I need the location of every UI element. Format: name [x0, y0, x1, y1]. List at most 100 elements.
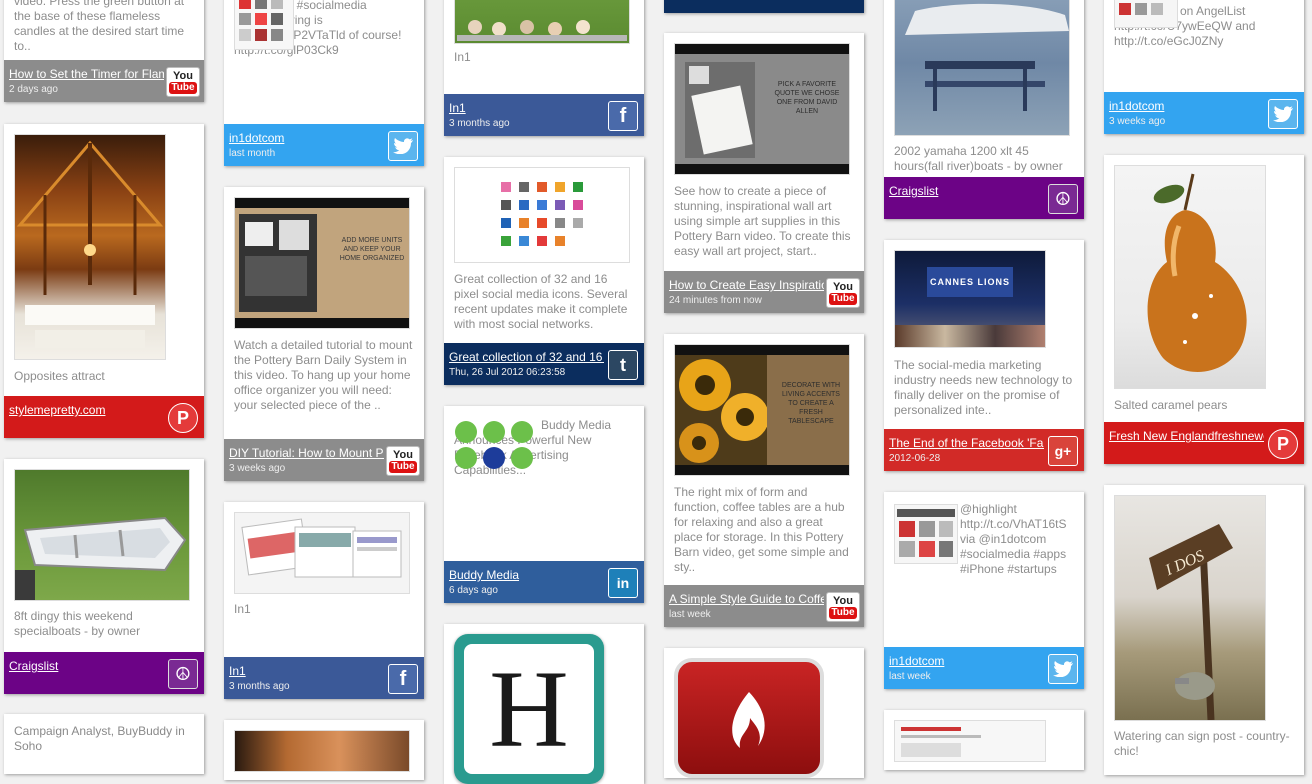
- video-caption: ADD MORE UNITS AND KEEP YOUR HOME ORGANI…: [339, 237, 405, 262]
- facebook-icon[interactable]: f: [608, 101, 638, 131]
- card-title-link[interactable]: How to Set the Timer for Flameless: [9, 67, 164, 81]
- cannes-lions-sign: CANNES LIONS: [927, 267, 1013, 297]
- dots-thumbnail[interactable]: [454, 420, 538, 470]
- card-text: Watering can sign post - country-chic!: [1114, 729, 1290, 758]
- feed-card: PICK A FAVORITE QUOTE WE CHOSE ONE FROM …: [664, 33, 864, 313]
- card-footer: Great collection of 32 and 16 pixel Thu,…: [444, 343, 644, 385]
- social-icons-grid-image[interactable]: [454, 167, 630, 263]
- card-title-link[interactable]: A Simple Style Guide to Coffee Tables: [669, 592, 824, 606]
- barn-wedding-image[interactable]: [14, 134, 166, 360]
- jetski-trailer-image[interactable]: [894, 0, 1070, 136]
- craigslist-peace-icon[interactable]: ☮: [1048, 184, 1078, 214]
- card-title-link[interactable]: In1: [449, 101, 604, 115]
- tweet-thumbnail[interactable]: [234, 0, 294, 50]
- card-footer: stylemepretty.com P: [4, 396, 204, 438]
- card-date: last month: [229, 148, 276, 159]
- card-text: Watch a detailed tutorial to mount the P…: [234, 338, 413, 412]
- card-footer: In1 3 months ago f: [224, 657, 424, 699]
- card-title-link[interactable]: Craigslist: [9, 659, 164, 673]
- linkedin-icon[interactable]: in: [608, 568, 638, 598]
- youtube-icon[interactable]: You Tube: [386, 446, 420, 476]
- feed-card: Buddy Media Announces Powerful New Faceb…: [444, 406, 644, 603]
- card-footer: in1dotcom last month: [224, 124, 424, 166]
- card-text: The social-media marketing industry need…: [894, 358, 1073, 417]
- card-footer: Buddy Media 6 days ago in: [444, 561, 644, 603]
- feed-card: ADD MORE UNITS AND KEEP YOUR HOME ORGANI…: [224, 187, 424, 481]
- card-title-link[interactable]: in1dotcom: [1109, 99, 1264, 113]
- feed-card: Great collection of 32 and 16 pixel soci…: [444, 157, 644, 385]
- screenshot-thumbnail[interactable]: [234, 512, 410, 594]
- card-date: last week: [889, 671, 931, 682]
- feed-card: 8ft dingy this weekend specialboats - by…: [4, 459, 204, 694]
- card-date: Thu, 26 Jul 2012 06:23:58: [449, 367, 566, 378]
- card-footer: [664, 0, 864, 13]
- card-text: 2002 yamaha 1200 xlt 45 hours(fall river…: [894, 144, 1063, 173]
- card-text: See how to create a piece of stunning, i…: [674, 184, 851, 258]
- card-title-link[interactable]: Great collection of 32 and 16 pixel: [449, 350, 604, 364]
- tumblr-icon[interactable]: t: [608, 350, 638, 380]
- card-title-link[interactable]: The End of the Facebook 'Fan': [889, 436, 1044, 450]
- card-footer: Craigslist ☮: [4, 652, 204, 694]
- card-title-link[interactable]: How to Create Easy Inspirational: [669, 278, 824, 292]
- youtube-icon[interactable]: You Tube: [826, 278, 860, 308]
- youtube-icon[interactable]: You Tube: [166, 67, 200, 97]
- feed-card: [884, 710, 1084, 770]
- tweet-thumbnail[interactable]: [894, 504, 958, 564]
- card-text: Opposites attract: [14, 369, 105, 383]
- pinterest-icon[interactable]: P: [168, 403, 198, 433]
- dinghy-boat-image[interactable]: [14, 469, 190, 601]
- card-text: 8ft dingy this weekend specialboats - by…: [14, 609, 141, 638]
- card-footer: in1dotcom last week: [884, 647, 1084, 689]
- feed-card: I DOS Watering can sign post - country-c…: [1104, 485, 1304, 775]
- feed-card: @highlight http://t.co/VhAT16tS via @in1…: [884, 492, 1084, 689]
- feed-card: H: [444, 624, 644, 784]
- card-title-link[interactable]: in1dotcom: [889, 654, 1044, 668]
- card-title-link[interactable]: Fresh New Englandfreshnewengland: [1109, 429, 1264, 443]
- card-text: In1: [454, 50, 471, 64]
- facebook-icon[interactable]: f: [388, 664, 418, 694]
- pinterest-icon[interactable]: P: [1268, 429, 1298, 459]
- app-logo-image[interactable]: [674, 658, 824, 778]
- card-text: Campaign Analyst, BuyBuddy in Soho: [14, 724, 185, 753]
- twitter-bird-icon[interactable]: [1048, 654, 1078, 684]
- feed-card: video. Press the green button at the bas…: [4, 0, 204, 102]
- card-date: 3 weeks ago: [1109, 116, 1166, 127]
- video-thumbnail[interactable]: PICK A FAVORITE QUOTE WE CHOSE ONE FROM …: [674, 43, 850, 175]
- twitter-bird-icon[interactable]: [1268, 99, 1298, 129]
- card-date: 3 weeks ago: [229, 463, 286, 474]
- google-plus-icon[interactable]: g+: [1048, 436, 1078, 466]
- card-image[interactable]: [894, 720, 1046, 762]
- feed-card: on AngelList http://t.co/U7ywEeQW and ht…: [1104, 0, 1304, 134]
- group-photo-image[interactable]: [454, 0, 630, 44]
- card-text: In1: [234, 602, 251, 616]
- card-text: video. Press the green button at the bas…: [14, 0, 185, 53]
- feed-card: DECORATE WITH LIVING ACCENTS TO CREATE A…: [664, 334, 864, 627]
- craigslist-peace-icon[interactable]: ☮: [168, 659, 198, 689]
- feed-card: CANNES LIONS The social-media marketing …: [884, 240, 1084, 471]
- video-thumbnail[interactable]: ADD MORE UNITS AND KEEP YOUR HOME ORGANI…: [234, 197, 410, 329]
- tweet-thumbnail[interactable]: [1114, 0, 1178, 28]
- caramel-pear-image[interactable]: [1114, 165, 1266, 389]
- card-date: 2 days ago: [9, 84, 58, 95]
- card-image[interactable]: [234, 730, 410, 772]
- feed-card: [664, 648, 864, 778]
- card-title-link[interactable]: stylemepretty.com: [9, 403, 164, 417]
- card-footer: The End of the Facebook 'Fan' 2012-06-28…: [884, 429, 1084, 471]
- card-footer: Craigslist ☮: [884, 177, 1084, 219]
- video-thumbnail[interactable]: DECORATE WITH LIVING ACCENTS TO CREATE A…: [674, 344, 850, 476]
- card-footer: How to Create Easy Inspirational 24 minu…: [664, 271, 864, 313]
- card-title-link[interactable]: Buddy Media: [449, 568, 604, 582]
- card-title-link[interactable]: in1dotcom: [229, 131, 384, 145]
- card-title-link[interactable]: Craigslist: [889, 184, 1044, 198]
- twitter-bird-icon[interactable]: [388, 131, 418, 161]
- sign-post-image[interactable]: I DOS: [1114, 495, 1266, 721]
- video-caption: PICK A FAVORITE QUOTE WE CHOSE ONE FROM …: [774, 81, 840, 115]
- card-text: Salted caramel pears: [1114, 398, 1228, 412]
- card-title-link[interactable]: In1: [229, 664, 384, 678]
- youtube-icon[interactable]: You Tube: [826, 592, 860, 622]
- card-title-link[interactable]: DIY Tutorial: How to Mount PB Daily: [229, 446, 384, 460]
- card-date: 24 minutes from now: [669, 295, 762, 306]
- cannes-lions-image[interactable]: CANNES LIONS: [894, 250, 1046, 348]
- app-logo-image[interactable]: H: [454, 634, 604, 784]
- card-text: Great collection of 32 and 16 pixel soci…: [454, 272, 628, 331]
